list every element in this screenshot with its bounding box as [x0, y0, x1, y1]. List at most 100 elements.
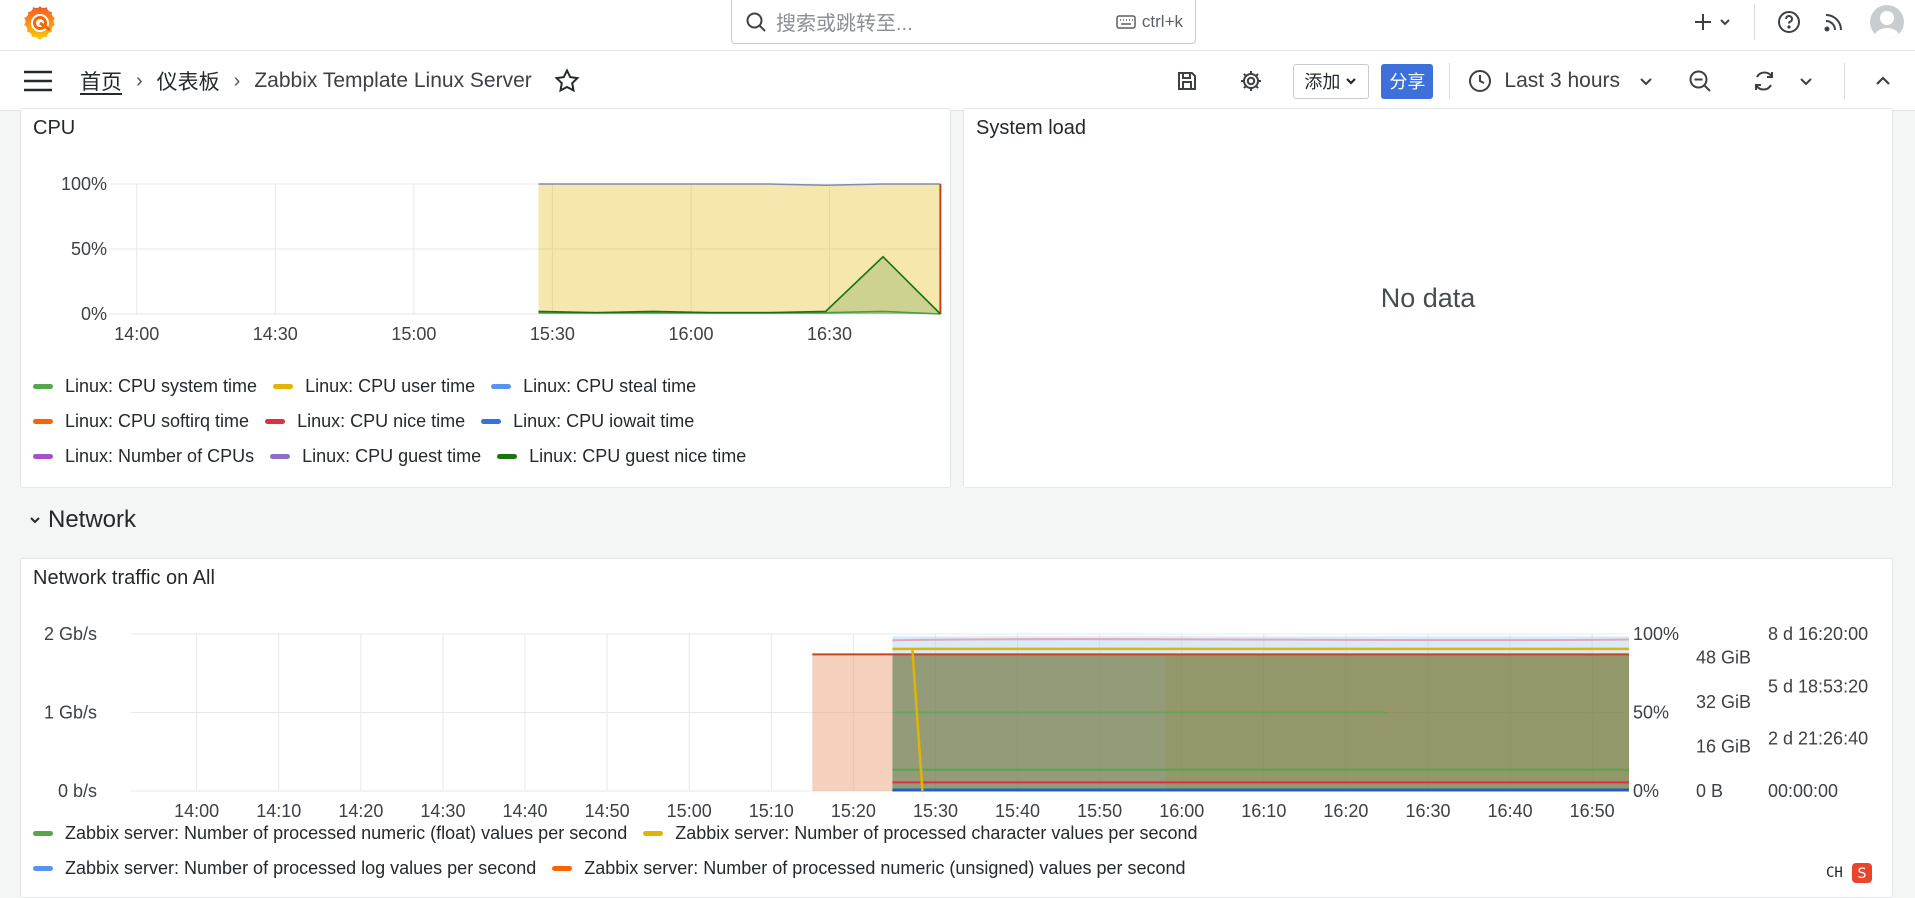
- gear-icon: [1241, 71, 1262, 91]
- breadcrumb-separator: ›: [233, 69, 241, 92]
- help-icon: [1778, 11, 1800, 33]
- zoom-out-button[interactable]: [1680, 61, 1720, 101]
- network-traffic-panel[interactable]: Network traffic on All 14:00 14:10 14:20 14…: [20, 558, 1893, 898]
- legend-swatch: [33, 866, 53, 871]
- network-legend: Zabbix server: Number of processed numer…: [33, 816, 1214, 886]
- chevron-up-icon: [1876, 76, 1890, 85]
- legend-item[interactable]: Linux: CPU iowait time: [481, 411, 694, 432]
- legend-item[interactable]: Linux: CPU steal time: [491, 376, 696, 397]
- legend-item[interactable]: Linux: CPU nice time: [265, 411, 465, 432]
- refresh-interval-dropdown[interactable]: [1786, 61, 1826, 101]
- ime-label: CH: [1826, 865, 1843, 881]
- dashboard-toolbar: 添加 分享 Last 3 hours: [1167, 51, 1915, 111]
- y-right-percent-tick-label: 0%: [1633, 781, 1659, 801]
- x-tick-label: 16:10: [1241, 801, 1286, 821]
- legend-swatch: [33, 384, 53, 389]
- legend-label: Linux: CPU softirq time: [65, 411, 250, 431]
- series-line: [892, 638, 1630, 642]
- svg-text:S: S: [1857, 866, 1866, 882]
- legend-label: Linux: CPU system time: [65, 376, 258, 396]
- refresh-button[interactable]: [1744, 61, 1784, 101]
- profile-button[interactable]: [1859, 0, 1915, 44]
- collapse-header-button[interactable]: [1863, 61, 1903, 101]
- row-network[interactable]: Network: [28, 506, 136, 534]
- chevron-down-icon: [1346, 78, 1357, 85]
- legend-swatch: [273, 384, 294, 389]
- breadcrumb: 首页 › 仪表板 › Zabbix Template Linux Server: [80, 66, 580, 96]
- legend-swatch: [270, 454, 291, 459]
- y-tick-label: 0%: [81, 304, 107, 324]
- system-load-panel[interactable]: System load No data: [963, 108, 1893, 488]
- add-button[interactable]: 添加: [1293, 63, 1370, 99]
- cpu-panel[interactable]: CPU 14:00 14:30 15:00 15:30 16:00 16:30 0% 50% 1…: [20, 108, 951, 488]
- clock-icon: [1469, 70, 1492, 92]
- star-icon[interactable]: [554, 68, 580, 94]
- help-button[interactable]: [1769, 0, 1809, 44]
- legend-swatch: [481, 419, 502, 424]
- save-icon: [1178, 72, 1197, 90]
- legend-item[interactable]: Linux: CPU guest nice time: [497, 446, 746, 467]
- legend-label: Linux: CPU user time: [305, 376, 476, 396]
- legend-item[interactable]: Zabbix server: Number of processed chara…: [643, 823, 1198, 844]
- menu-icon[interactable]: [23, 67, 53, 95]
- legend-item[interactable]: Linux: Number of CPUs: [33, 446, 254, 467]
- chevron-down-icon: [1719, 19, 1730, 26]
- legend-label: Zabbix server: Number of processed chara…: [675, 823, 1198, 843]
- legend-label: Linux: CPU nice time: [297, 411, 466, 431]
- shortcut-label: ctrl+k: [1141, 11, 1183, 31]
- breadcrumb-dashboards[interactable]: 仪表板: [157, 66, 220, 96]
- legend-label: Linux: CPU guest time: [302, 446, 482, 466]
- news-button[interactable]: [1809, 0, 1859, 44]
- new-menu-button[interactable]: [1684, 0, 1740, 44]
- search-input[interactable]: 搜索或跳转至...: [776, 7, 1116, 36]
- x-tick-label: 16:20: [1323, 801, 1368, 821]
- add-button-label: 添加: [1304, 72, 1341, 92]
- search-bar[interactable]: 搜索或跳转至... ctrl+k: [731, 0, 1196, 44]
- series-area: [812, 654, 893, 791]
- grafana-logo-icon[interactable]: [20, 3, 60, 43]
- time-range-picker[interactable]: Last 3 hours: [1468, 69, 1654, 93]
- search-icon: [746, 12, 766, 32]
- page-title: Zabbix Template Linux Server: [254, 69, 532, 92]
- refresh-icon: [1755, 71, 1773, 91]
- legend-item[interactable]: Zabbix server: Number of processed numer…: [552, 858, 1186, 879]
- x-tick-label: 16:30: [1405, 801, 1450, 821]
- legend-label: Linux: CPU steal time: [523, 376, 697, 396]
- legend-item[interactable]: Zabbix server: Number of processed numer…: [33, 823, 627, 844]
- legend-swatch: [552, 866, 573, 871]
- top-right-actions: [1684, 0, 1915, 44]
- divider: [1449, 63, 1451, 99]
- y-left-tick-label: 0 b/s: [58, 781, 97, 801]
- legend-label: Zabbix server: Number of processed numer…: [584, 858, 1186, 878]
- y-right-bytes-tick-label: 48 GiB: [1696, 648, 1751, 668]
- breadcrumb-home[interactable]: 首页: [80, 66, 122, 96]
- y-right-percent-tick-label: 50%: [1633, 703, 1669, 723]
- chevron-down-icon: [1800, 78, 1812, 86]
- input-method-icon: S: [1851, 863, 1872, 883]
- y-left-tick-label: 1 Gb/s: [44, 703, 97, 723]
- no-data-message: No data: [1380, 282, 1476, 313]
- legend-item[interactable]: Linux: CPU guest time: [270, 446, 481, 467]
- ime-indicator: CH S: [1818, 858, 1915, 888]
- legend-item[interactable]: Zabbix server: Number of processed log v…: [33, 858, 536, 879]
- x-tick-label: 14:00: [114, 324, 159, 344]
- legend-item[interactable]: Linux: CPU system time: [33, 376, 257, 397]
- dashboard-settings-button[interactable]: [1231, 61, 1271, 101]
- panel-title: Network traffic on All: [33, 567, 215, 589]
- breadcrumb-separator: ›: [136, 69, 143, 92]
- divider: [1844, 63, 1845, 99]
- legend-swatch: [643, 831, 664, 836]
- plus-icon: [1694, 14, 1711, 30]
- search-shortcut: ctrl+k: [1116, 12, 1183, 32]
- y-right-bytes-tick-label: 0 B: [1696, 781, 1723, 801]
- legend-item[interactable]: Linux: CPU user time: [273, 376, 475, 397]
- legend-item[interactable]: Linux: CPU softirq time: [33, 411, 249, 432]
- legend-label: Linux: CPU guest nice time: [529, 446, 747, 466]
- legend-label: Linux: Number of CPUs: [65, 446, 255, 466]
- y-right-duration-tick-label: 8 d 16:20:00: [1768, 624, 1868, 644]
- share-button[interactable]: 分享: [1381, 63, 1434, 99]
- save-dashboard-button[interactable]: [1167, 61, 1207, 101]
- legend-swatch: [33, 419, 53, 424]
- y-tick-label: 100%: [61, 174, 107, 194]
- legend-swatch: [497, 454, 518, 459]
